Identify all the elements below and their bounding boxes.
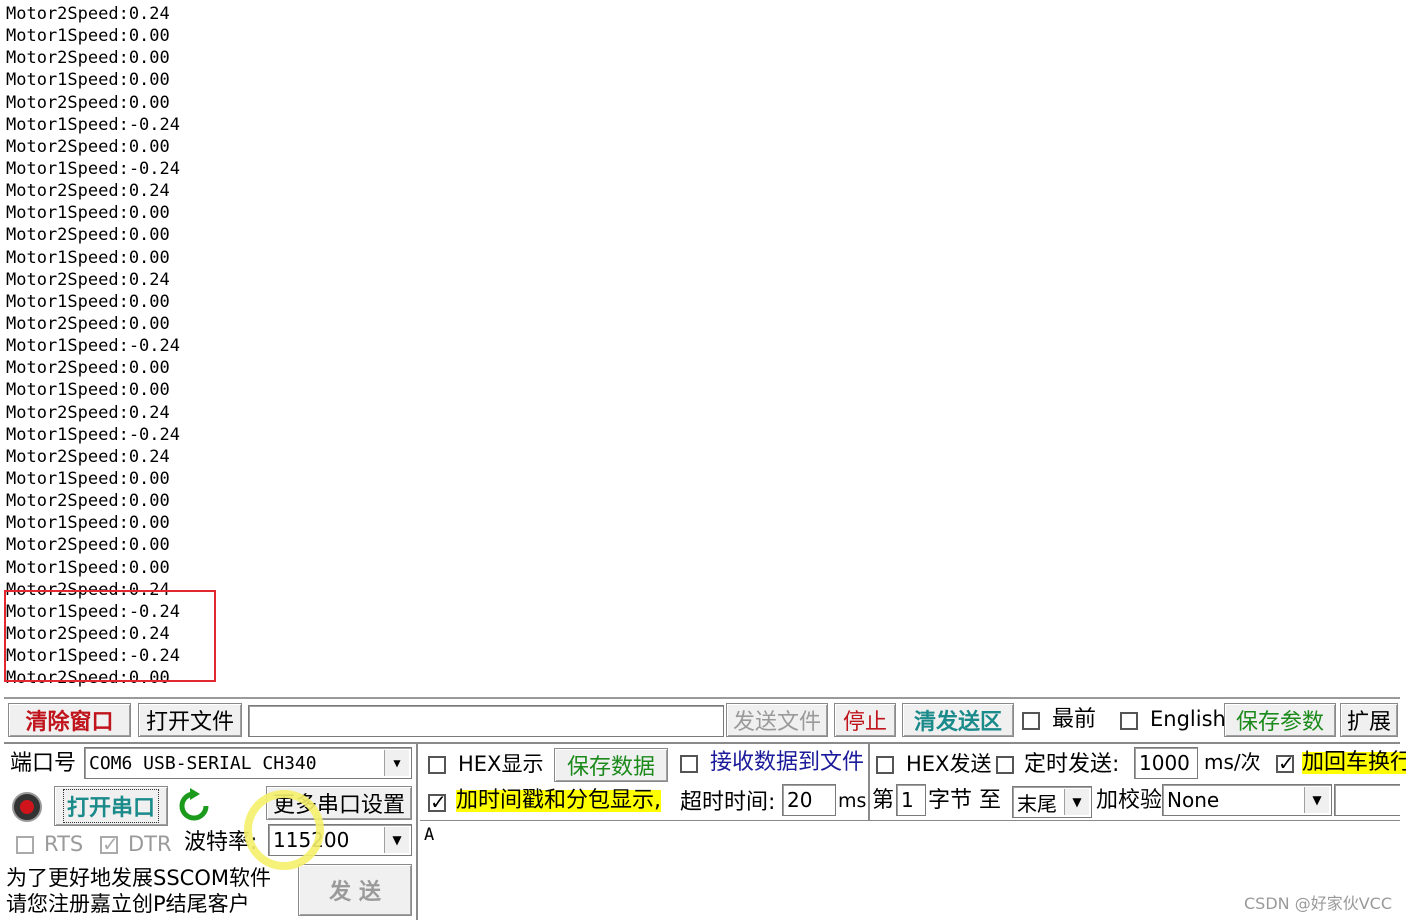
checksum-label: 加校验 (1096, 788, 1163, 813)
log-line: Motor2Speed:0.00 (6, 48, 170, 69)
log-line: Motor1Speed:0.00 (6, 291, 170, 312)
byte-suffix-label: 字节 至 (928, 788, 1001, 813)
log-line: Motor2Speed:0.24 (6, 402, 170, 423)
log-line: Motor1Speed:0.00 (6, 468, 170, 489)
promo-line-2[interactable]: 请您注册嘉立创P结尾客户 (6, 894, 250, 915)
send-file-button[interactable]: 发送文件 (726, 703, 828, 737)
annotation-yellow-circle (244, 790, 324, 870)
log-line: Motor2Speed:0.24 (6, 181, 170, 202)
english-checkbox[interactable] (1120, 712, 1138, 730)
append-crlf-label: 加回车换行 (1302, 752, 1406, 774)
log-line: Motor1Speed:0.00 (6, 513, 170, 534)
port-label: 端口号 (10, 751, 77, 776)
log-line: Motor2Speed:0.24 (6, 4, 170, 24)
send-text: A (424, 825, 435, 845)
watermark: CSDN @好家伙VCC (1244, 894, 1392, 913)
chevron-down-icon[interactable]: ▼ (1064, 789, 1089, 815)
save-data-button[interactable]: 保存数据 (554, 748, 668, 782)
timed-send-label: 定时发送: (1024, 752, 1120, 777)
topmost-checkbox[interactable] (1022, 712, 1040, 730)
panel-divider (416, 744, 418, 920)
timestamp-label: 加时间戳和分包显示, (456, 788, 661, 813)
rts-checkbox[interactable] (16, 836, 34, 854)
log-line: Motor2Speed:0.00 (6, 313, 170, 334)
log-line: Motor1Speed:-0.24 (6, 424, 180, 445)
hex-display-checkbox[interactable] (428, 756, 446, 774)
timestamp-checkbox[interactable] (428, 790, 447, 814)
log-line: Motor2Speed:0.24 (6, 269, 170, 290)
end-select[interactable]: 末尾 ▼ (1012, 786, 1092, 818)
dtr-label: DTR (128, 832, 172, 856)
separator (4, 742, 1400, 744)
log-line: Motor1Speed:0.00 (6, 70, 170, 91)
end-value: 末尾 (1017, 791, 1057, 816)
timeout-input[interactable]: 20 (782, 784, 836, 816)
log-line: Motor2Speed:0.00 (6, 225, 170, 246)
topmost-label: 最前 (1052, 707, 1097, 732)
promo-line-1[interactable]: 为了更好地发展SSCOM软件 (6, 868, 271, 889)
chevron-down-icon[interactable]: ▼ (384, 750, 409, 776)
file-path-input[interactable] (248, 705, 724, 737)
append-crlf-checkbox[interactable] (1276, 751, 1295, 775)
send-button[interactable]: 发 送 (298, 864, 412, 916)
timeout-unit: ms (838, 790, 867, 812)
log-line: Motor2Speed:0.00 (6, 136, 170, 157)
hex-display-label: HEX显示 (458, 752, 544, 776)
byte-prefix-label: 第 (872, 788, 895, 813)
port-status-icon (12, 792, 42, 822)
log-line: Motor2Speed:0.24 (6, 446, 170, 467)
expand-button[interactable]: 扩展 (1340, 703, 1398, 737)
annotation-red-box (4, 590, 216, 682)
log-line: Motor2Speed:0.00 (6, 358, 170, 379)
log-line: Motor1Speed:0.00 (6, 557, 170, 578)
checksum-result-field[interactable] (1334, 784, 1400, 816)
timed-send-checkbox[interactable] (996, 756, 1014, 774)
refresh-icon[interactable] (176, 788, 212, 824)
log-line: Motor1Speed:0.00 (6, 380, 170, 401)
hex-send-label: HEX发送 (906, 752, 992, 776)
chevron-down-icon[interactable]: ▼ (384, 827, 409, 853)
byte-start-input[interactable]: 1 (896, 784, 926, 816)
checksum-value: None (1167, 788, 1220, 812)
timeout-label: 超时时间: (680, 790, 776, 815)
rts-label: RTS (44, 832, 84, 856)
port-select[interactable]: COM6 USB-SERIAL CH340 ▼ (84, 747, 412, 779)
open-file-button[interactable]: 打开文件 (138, 703, 242, 737)
open-port-button[interactable]: 打开串口 (54, 786, 168, 826)
clear-send-button[interactable]: 清发送区 (902, 703, 1014, 737)
checksum-select[interactable]: None ▼ (1162, 784, 1332, 816)
log-line: Motor1Speed:0.00 (6, 247, 170, 268)
log-line: Motor1Speed:-0.24 (6, 114, 180, 135)
log-line: Motor1Speed:0.00 (6, 203, 170, 224)
chevron-down-icon[interactable]: ▼ (1304, 787, 1329, 813)
open-port-label: 打开串口 (62, 789, 159, 823)
log-line: Motor2Speed:0.00 (6, 491, 170, 512)
log-line: Motor1Speed:-0.24 (6, 158, 180, 179)
log-line: Motor1Speed:-0.24 (6, 336, 180, 357)
receive-to-file-label: 接收数据到文件 (710, 750, 865, 775)
interval-unit: ms/次 (1204, 750, 1261, 774)
options-divider (868, 744, 870, 820)
divider (4, 697, 1400, 699)
clear-window-button[interactable]: 清除窗口 (8, 703, 131, 737)
hex-send-checkbox[interactable] (876, 756, 894, 774)
english-label: English (1150, 707, 1226, 731)
dtr-checkbox[interactable] (100, 832, 119, 856)
log-line: Motor2Speed:0.00 (6, 535, 170, 556)
stop-button[interactable]: 停止 (834, 703, 896, 737)
port-value: COM6 USB-SERIAL CH340 (89, 752, 317, 774)
interval-input[interactable]: 1000 (1134, 747, 1198, 779)
save-params-button[interactable]: 保存参数 (1224, 703, 1336, 737)
log-line: Motor1Speed:0.00 (6, 26, 170, 47)
log-line: Motor2Speed:0.00 (6, 92, 170, 113)
receive-to-file-checkbox[interactable] (680, 755, 698, 773)
